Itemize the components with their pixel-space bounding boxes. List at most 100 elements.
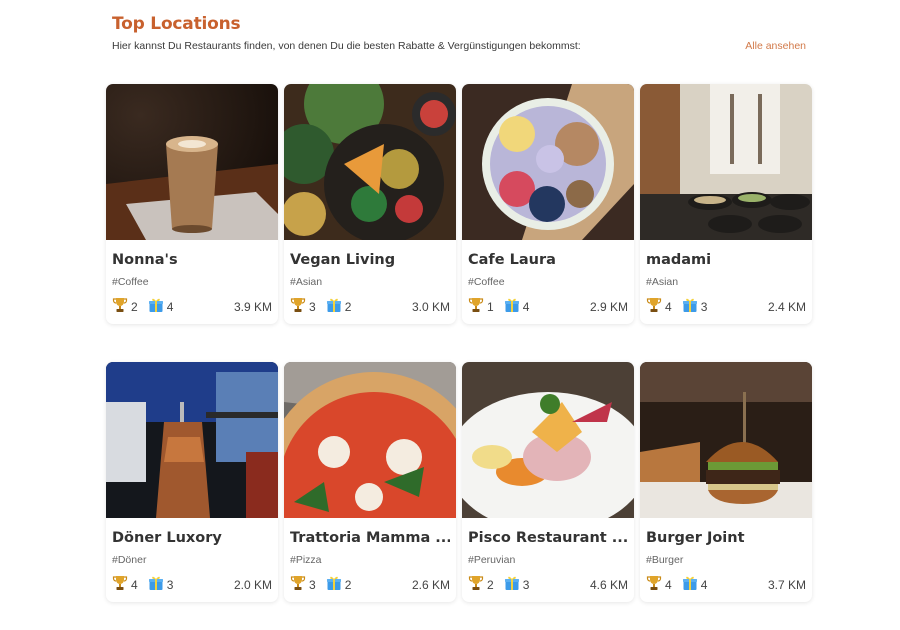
section-subtitle: Hier kannst Du Restaurants finden, von d… — [112, 40, 581, 52]
margherita-pizza-photo — [284, 362, 456, 518]
trophy-icon — [112, 575, 131, 594]
gift-count: 2 — [344, 299, 352, 314]
restaurant-name: madami — [646, 252, 712, 268]
card-info: Pisco Restaurant ... #Peruvian 2 3 4.6 K… — [462, 518, 634, 602]
restaurant-card[interactable]: Döner Luxory #Döner 4 3 2.0 KM — [106, 362, 278, 602]
gift-stat: 2 — [326, 575, 352, 594]
card-stats: 2 3 — [468, 575, 539, 594]
section-title: Top Locations — [112, 14, 241, 34]
trophy-icon — [290, 575, 309, 594]
card-stats: 1 4 — [468, 297, 539, 316]
trophy-icon — [290, 297, 309, 316]
gift-count: 4 — [166, 299, 174, 314]
cuisine-tag: #Asian — [646, 276, 679, 288]
card-info: Döner Luxory #Döner 4 3 2.0 KM — [106, 518, 278, 602]
trophy-icon — [646, 297, 665, 316]
card-info: Vegan Living #Asian 3 2 3.0 KM — [284, 240, 456, 324]
gift-count: 3 — [522, 577, 530, 592]
gift-icon — [682, 575, 701, 594]
gift-count: 3 — [700, 299, 708, 314]
restaurant-card[interactable]: Trattoria Mamma ... #Pizza 3 2 2.6 KM — [284, 362, 456, 602]
trophy-stat: 3 — [290, 297, 316, 316]
cuisine-tag: #Asian — [290, 276, 323, 288]
distance-label: 3.0 KM — [411, 300, 450, 314]
restaurant-card[interactable]: Cafe Laura #Coffee 1 4 2.9 KM — [462, 84, 634, 324]
restaurant-name: Nonna's — [112, 252, 178, 268]
ceviche-plate-photo — [462, 362, 634, 518]
restaurant-card[interactable]: Vegan Living #Asian 3 2 3.0 KM — [284, 84, 456, 324]
gift-icon — [148, 575, 167, 594]
cuisine-tag: #Peruvian — [468, 554, 516, 566]
gift-count: 2 — [344, 577, 352, 592]
gift-stat: 2 — [326, 297, 352, 316]
card-info: Nonna's #Coffee 2 4 3.9 KM — [106, 240, 278, 324]
trophy-count: 4 — [131, 577, 138, 592]
distance-label: 3.7 KM — [767, 578, 806, 592]
card-stats: 4 4 — [646, 575, 717, 594]
trophy-icon — [112, 297, 131, 316]
gift-icon — [148, 297, 167, 316]
gift-icon — [326, 297, 345, 316]
card-info: madami #Asian 4 3 2.4 KM — [640, 240, 812, 324]
card-stats: 2 4 — [112, 297, 183, 316]
trophy-stat: 4 — [646, 297, 672, 316]
trophy-stat: 3 — [290, 575, 316, 594]
restaurant-card[interactable]: madami #Asian 4 3 2.4 KM — [640, 84, 812, 324]
trophy-stat: 2 — [112, 297, 138, 316]
vegan-bowl-photo — [284, 84, 456, 240]
gift-count: 4 — [522, 299, 530, 314]
restaurant-name: Cafe Laura — [468, 252, 556, 268]
gift-stat: 3 — [682, 297, 708, 316]
gift-stat: 4 — [148, 297, 174, 316]
trophy-stat: 2 — [468, 575, 494, 594]
trophy-count: 4 — [665, 577, 672, 592]
distance-label: 2.9 KM — [589, 300, 628, 314]
trophy-count: 2 — [487, 577, 494, 592]
gift-stat: 4 — [682, 575, 708, 594]
distance-label: 2.4 KM — [767, 300, 806, 314]
cuisine-tag: #Coffee — [468, 276, 505, 288]
trophy-icon — [646, 575, 665, 594]
gift-icon — [504, 575, 523, 594]
card-stats: 3 2 — [290, 575, 361, 594]
doner-spit-photo — [106, 362, 278, 518]
acai-bowl-photo — [462, 84, 634, 240]
trophy-count: 1 — [487, 299, 494, 314]
card-stats: 4 3 — [112, 575, 183, 594]
trophy-count: 3 — [309, 577, 316, 592]
restaurant-grid: Nonna's #Coffee 2 4 3.9 KM Vegan Living … — [106, 84, 812, 602]
restaurant-name: Burger Joint — [646, 530, 745, 546]
restaurant-card[interactable]: Pisco Restaurant ... #Peruvian 2 3 4.6 K… — [462, 362, 634, 602]
restaurant-name: Vegan Living — [290, 252, 396, 268]
restaurant-name: Trattoria Mamma ... — [290, 530, 450, 546]
restaurant-card[interactable]: Burger Joint #Burger 4 4 3.7 KM — [640, 362, 812, 602]
cuisine-tag: #Pizza — [290, 554, 322, 566]
distance-label: 2.6 KM — [411, 578, 450, 592]
card-info: Burger Joint #Burger 4 4 3.7 KM — [640, 518, 812, 602]
cuisine-tag: #Coffee — [112, 276, 149, 288]
trophy-stat: 4 — [646, 575, 672, 594]
section-header: Top Locations Hier kannst Du Restaurants… — [112, 14, 806, 52]
gift-stat: 3 — [148, 575, 174, 594]
gift-count: 4 — [700, 577, 708, 592]
gift-stat: 4 — [504, 297, 530, 316]
gift-icon — [504, 297, 523, 316]
distance-label: 3.9 KM — [233, 300, 272, 314]
trophy-icon — [468, 297, 487, 316]
see-all-link[interactable]: Alle ansehen — [745, 40, 806, 52]
restaurant-card[interactable]: Nonna's #Coffee 2 4 3.9 KM — [106, 84, 278, 324]
gift-count: 3 — [166, 577, 174, 592]
distance-label: 4.6 KM — [589, 578, 628, 592]
trophy-stat: 4 — [112, 575, 138, 594]
latte-coffee-photo — [106, 84, 278, 240]
restaurant-interior-photo — [640, 84, 812, 240]
card-info: Trattoria Mamma ... #Pizza 3 2 2.6 KM — [284, 518, 456, 602]
trophy-count: 3 — [309, 299, 316, 314]
gift-stat: 3 — [504, 575, 530, 594]
restaurant-name: Pisco Restaurant ... — [468, 530, 628, 546]
cuisine-tag: #Döner — [112, 554, 147, 566]
trophy-icon — [468, 575, 487, 594]
restaurant-name: Döner Luxory — [112, 530, 222, 546]
card-stats: 3 2 — [290, 297, 361, 316]
cuisine-tag: #Burger — [646, 554, 684, 566]
